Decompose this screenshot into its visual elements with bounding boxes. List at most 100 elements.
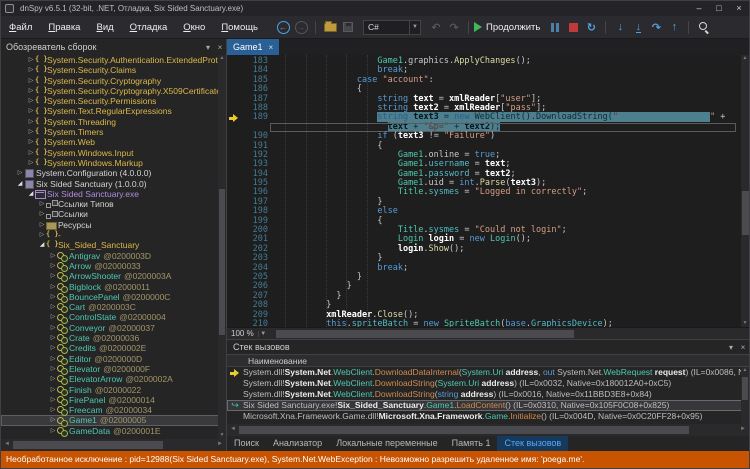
tree-expander-icon[interactable]: ▷ (49, 415, 57, 425)
tree-expander-icon[interactable]: ▷ (49, 312, 57, 322)
tree-item[interactable]: ▷ControlState@02000004 (1, 312, 226, 322)
tree-expander-icon[interactable]: ◢ (38, 240, 46, 250)
search-button[interactable] (694, 18, 712, 36)
call-stack-frame[interactable]: ↪Six Sided Sanctuary.exe!Six_Sided_Sanct… (227, 400, 749, 411)
language-combobox[interactable]: C# ▼ (363, 20, 421, 35)
tree-item[interactable]: ▷System.Timers (1, 127, 226, 137)
tree-expander-icon[interactable]: ◢ (16, 179, 24, 189)
tree-item[interactable]: ◢Six_Sided_Sanctuary (1, 240, 226, 250)
tree-expander-icon[interactable]: ▷ (49, 271, 57, 281)
redo-button[interactable]: ↷ (445, 18, 463, 36)
tree-expander-icon[interactable]: ▷ (49, 323, 57, 333)
tree-item[interactable]: ▷Editor@0200000D (1, 354, 226, 364)
tree-item[interactable]: ▷System.Windows.Input (1, 148, 226, 158)
tree-item[interactable]: ▷Ссылки Типов (1, 199, 226, 209)
tree-expander-icon[interactable]: ▷ (49, 405, 57, 415)
pause-button[interactable] (546, 18, 564, 36)
tree-item[interactable]: ▷Freecam@02000034 (1, 405, 226, 415)
maximize-button[interactable]: □ (709, 1, 729, 16)
tree-item[interactable]: ▷System.Windows.Markup (1, 158, 226, 168)
tree-expander-icon[interactable]: ▷ (27, 76, 35, 86)
tree-expander-icon[interactable]: ▷ (49, 251, 57, 261)
zoom-level[interactable]: 100 % (227, 329, 258, 338)
tree-expander-icon[interactable]: ▷ (49, 302, 57, 312)
continue-button[interactable]: Продолжить (474, 18, 546, 36)
tree-expander-icon[interactable]: ▷ (27, 117, 35, 127)
tree-vertical-scrollbar[interactable]: ▲ ▼ (218, 55, 226, 439)
save-button[interactable] (339, 18, 357, 36)
tree-item[interactable]: ▷Elevator@0200000F (1, 364, 226, 374)
tree-item[interactable]: ▷Antigrav@0200003D (1, 251, 226, 261)
chevron-down-icon[interactable]: ▼ (409, 21, 420, 34)
panel-close-icon[interactable]: × (737, 343, 749, 352)
tree-expander-icon[interactable]: ▷ (49, 385, 57, 395)
tree-item[interactable]: ▷- (1, 230, 226, 240)
tree-item[interactable]: ▷System.Web (1, 137, 226, 147)
tree-item[interactable]: ▷Conveyor@02000037 (1, 323, 226, 333)
tree-item[interactable]: ▷Bigblock@02000011 (1, 282, 226, 292)
open-button[interactable] (321, 18, 339, 36)
step-over-button[interactable]: ↓ (629, 18, 647, 36)
menu-item-Окно[interactable]: Окно (175, 16, 213, 39)
editor-horizontal-scrollbar[interactable] (268, 328, 749, 340)
tree-item[interactable]: ▷System.Configuration (4.0.0.0) (1, 168, 226, 178)
tree-expander-icon[interactable]: ▷ (27, 148, 35, 158)
restart-button[interactable]: ↻ (582, 18, 600, 36)
tree-expander-icon[interactable]: ▷ (27, 158, 35, 168)
call-stack-frame[interactable]: Microsoft.Xna.Framework.Game.dll!Microso… (227, 411, 749, 422)
call-stack-frame[interactable]: System.dll!System.Net.WebClient.Download… (227, 389, 749, 400)
tree-item[interactable]: ◢Six Sided Sanctuary.exe (1, 189, 226, 199)
tree-expander-icon[interactable]: ▷ (27, 127, 35, 137)
tree-item[interactable]: ▷Finish@02000022 (1, 385, 226, 395)
show-next-statement-button[interactable]: ↑ (665, 18, 683, 36)
menu-item-Правка[interactable]: Правка (40, 16, 88, 39)
tree-expander-icon[interactable]: ▷ (49, 343, 57, 353)
step-out-button[interactable]: ↷ (647, 18, 665, 36)
dock-tab-Локальные переменные[interactable]: Локальные переменные (329, 436, 444, 451)
navigate-forward-button[interactable]: → (292, 18, 310, 36)
tree-expander-icon[interactable]: ▷ (49, 374, 57, 384)
tree-expander-icon[interactable]: ▷ (27, 96, 35, 106)
call-stack-column-header[interactable]: Наименование (227, 354, 749, 367)
dock-tab-Поиск[interactable]: Поиск (227, 436, 266, 451)
tree-expander-icon[interactable]: ▷ (38, 220, 46, 230)
code-editor[interactable]: 183 Game1.graphics.ApplyChanges();184 br… (227, 55, 749, 327)
dock-tab-Анализатор[interactable]: Анализатор (266, 436, 329, 451)
panel-close-icon[interactable]: × (214, 43, 226, 52)
tree-item[interactable]: ▷System.Security.Cryptography.X509Certif… (1, 86, 226, 96)
tree-horizontal-scrollbar[interactable]: ◄ ► (1, 439, 226, 451)
assembly-tree[interactable]: ▷System.Security.Authentication.Extended… (1, 55, 226, 439)
zoom-chevron-icon[interactable]: ▼ (258, 331, 268, 337)
tree-item[interactable]: ▷Ресурсы (1, 220, 226, 230)
tree-expander-icon[interactable]: ▷ (16, 168, 24, 178)
tree-item[interactable]: ▷ElevatorArrow@0200002A (1, 374, 226, 384)
panel-menu-icon[interactable]: ▾ (202, 43, 214, 52)
tree-expander-icon[interactable]: ▷ (49, 395, 57, 405)
tree-item[interactable]: ▷FirePanel@02000014 (1, 395, 226, 405)
tree-item[interactable]: ▷Arrow@02000033 (1, 261, 226, 271)
tree-expander-icon[interactable]: ▷ (38, 230, 46, 240)
tree-item[interactable]: ▷System.Security.Permissions (1, 96, 226, 106)
dock-tab-Стек вызовов[interactable]: Стек вызовов (497, 436, 568, 451)
tab-close-icon[interactable]: × (269, 43, 274, 52)
tree-item[interactable]: ▷System.Threading (1, 117, 226, 127)
panel-menu-icon[interactable]: ▾ (725, 343, 737, 352)
stop-button[interactable] (564, 18, 582, 36)
tree-expander-icon[interactable]: ▷ (49, 364, 57, 374)
tree-expander-icon[interactable]: ▷ (27, 106, 35, 116)
tree-expander-icon[interactable]: ▷ (49, 333, 57, 343)
tree-item[interactable]: ◢Six Sided Sanctuary (1.0.0.0) (1, 179, 226, 189)
minimize-button[interactable]: – (689, 1, 709, 16)
menu-item-Файл[interactable]: Файл (1, 16, 40, 39)
tree-expander-icon[interactable]: ▷ (27, 86, 35, 96)
editor-vertical-scrollbar[interactable]: ▲ ▼ (741, 55, 749, 327)
call-stack-vertical-scrollbar[interactable]: ▲ (741, 367, 749, 424)
tree-expander-icon[interactable]: ▷ (49, 354, 57, 364)
tree-item[interactable]: ▷Credits@0200002E (1, 343, 226, 353)
tree-expander-icon[interactable]: ▷ (38, 199, 46, 209)
close-button[interactable]: × (729, 1, 749, 16)
tree-item[interactable]: ▷System.Security.Cryptography (1, 76, 226, 86)
step-into-button[interactable]: ↓ (611, 18, 629, 36)
tree-expander-icon[interactable]: ▷ (49, 261, 57, 271)
tree-expander-icon[interactable]: ▷ (27, 65, 35, 75)
